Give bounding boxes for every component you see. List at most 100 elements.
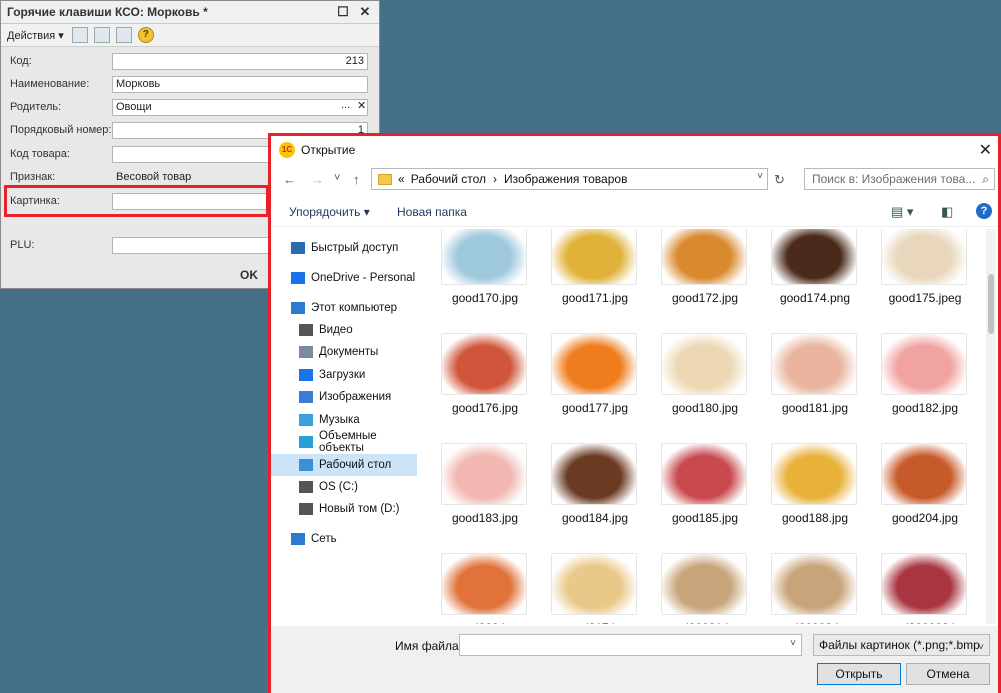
maximize-icon[interactable]: ☐: [335, 4, 351, 20]
file-type-select[interactable]: Файлы картинок (*.png;*.bmp ˅: [813, 634, 990, 656]
nav-item-6[interactable]: Изображения: [271, 386, 417, 408]
select-parent-button[interactable]: ...: [341, 99, 350, 111]
close-icon[interactable]: ✕: [979, 140, 992, 160]
field-label-product-code: Код товара:: [10, 148, 70, 160]
cloud-icon: [291, 272, 305, 284]
file-item[interactable]: good175.jpeg: [871, 229, 981, 323]
file-thumbnail: [551, 333, 637, 395]
dialog-footer: Имя файла: ˅ Файлы картинок (*.png;*.bmp…: [271, 626, 998, 693]
field-label-parent: Родитель:: [10, 101, 62, 113]
navigation-pane: Быстрый доступ OneDrive - Personal Этот ко…: [271, 229, 423, 624]
open-button[interactable]: Открыть: [817, 663, 901, 685]
file-name: good174.png: [779, 291, 851, 305]
desktop-icon: [299, 459, 313, 471]
file-item[interactable]: good209.jpg: [431, 545, 541, 624]
folder-icon: [378, 173, 392, 185]
file-item[interactable]: good60001.jpeg: [651, 545, 761, 624]
ok-button[interactable]: OK: [240, 268, 258, 282]
nav-item-12[interactable]: Сеть: [271, 528, 417, 550]
file-item[interactable]: good204.jpg: [871, 435, 981, 543]
preview-pane-icon[interactable]: ◧: [941, 204, 953, 220]
file-item[interactable]: good180.jpg: [651, 325, 761, 433]
file-item[interactable]: good60002.jpeg: [761, 545, 871, 624]
file-name: good183.jpg: [451, 511, 519, 525]
file-item[interactable]: good177.jpg: [541, 325, 651, 433]
help-icon[interactable]: ?: [976, 203, 992, 219]
copy-icon[interactable]: [115, 27, 132, 43]
file-item[interactable]: good181.jpg: [761, 325, 871, 433]
nav-item-5[interactable]: Загрузки: [271, 364, 417, 386]
breadcrumb-item[interactable]: Изображения товаров: [504, 172, 627, 186]
file-thumbnail: [661, 443, 747, 505]
file-item[interactable]: good184.jpg: [541, 435, 651, 543]
nav-item-label: Документы: [319, 346, 379, 358]
chevron-down-icon[interactable]: ˅: [757, 171, 763, 182]
breadcrumb[interactable]: « Рабочий стол › Изображения товаров ˅: [371, 168, 768, 190]
3d-objects-icon: [299, 436, 313, 448]
file-item[interactable]: good171.jpg: [541, 229, 651, 323]
nav-item-8[interactable]: Объемные объекты: [271, 430, 417, 454]
back-icon[interactable]: ←: [283, 172, 296, 187]
new-folder-button[interactable]: Новая папка: [397, 205, 467, 219]
organize-button[interactable]: Упорядочить ▾: [289, 205, 370, 219]
file-item[interactable]: good217.jpg: [541, 545, 651, 624]
nav-item-label: Новый том (D:): [319, 503, 400, 515]
help-icon[interactable]: ?: [137, 27, 154, 43]
file-item[interactable]: good170.jpg: [431, 229, 541, 323]
file-item[interactable]: good300002.jpg: [871, 545, 981, 624]
refresh-icon[interactable]: [93, 27, 110, 43]
nav-item-9[interactable]: Рабочий стол: [271, 454, 417, 476]
file-item[interactable]: good188.jpg: [761, 435, 871, 543]
save-icon[interactable]: [71, 27, 88, 43]
file-thumbnail: [441, 229, 527, 285]
field-input-parent[interactable]: Овощи: [112, 98, 368, 116]
breadcrumb-separator[interactable]: ›: [493, 172, 497, 186]
file-thumbnail: [551, 443, 637, 505]
up-icon[interactable]: ↑: [353, 172, 360, 187]
forward-icon[interactable]: →: [311, 172, 324, 187]
scrollbar[interactable]: [986, 229, 996, 624]
file-item[interactable]: good182.jpg: [871, 325, 981, 433]
form-toolbar: Действия ▾ ?: [1, 24, 379, 47]
dialog-title: Открытие: [301, 143, 356, 157]
file-thumbnail: [881, 443, 967, 505]
filename-input[interactable]: ˅: [459, 634, 802, 656]
file-item[interactable]: good174.png: [761, 229, 871, 323]
chevron-down-icon[interactable]: ˅: [978, 638, 984, 658]
file-item[interactable]: good185.jpg: [651, 435, 761, 543]
pictures-icon: [299, 391, 313, 403]
nav-item-1[interactable]: OneDrive - Personal: [271, 267, 417, 289]
file-item[interactable]: good183.jpg: [431, 435, 541, 543]
breadcrumb-item[interactable]: Рабочий стол: [411, 172, 486, 186]
chevron-down-icon[interactable]: ˅: [790, 638, 796, 649]
file-name: good170.jpg: [451, 291, 519, 305]
field-label-order-number: Порядковый номер:: [10, 124, 112, 136]
nav-item-3[interactable]: Видео: [271, 319, 417, 341]
breadcrumb-overflow[interactable]: «: [398, 172, 405, 186]
scrollbar-thumb[interactable]: [988, 274, 994, 334]
field-input-name[interactable]: Морковь: [112, 75, 368, 93]
nav-item-11[interactable]: Новый том (D:): [271, 498, 417, 520]
file-item[interactable]: good172.jpg: [651, 229, 761, 323]
file-item[interactable]: good176.jpg: [431, 325, 541, 433]
clear-parent-icon[interactable]: ✕: [357, 99, 366, 112]
view-options-icon[interactable]: ▤ ▾: [891, 204, 913, 220]
nav-item-7[interactable]: Музыка: [271, 409, 417, 431]
nav-item-label: Видео: [319, 324, 353, 336]
close-icon[interactable]: ✕: [357, 4, 373, 20]
highlight-picture-field: [4, 185, 269, 217]
form-titlebar: Горячие клавиши КСО: Морковь * ☐ ✕: [1, 1, 379, 24]
open-file-dialog: 1С Открытие ✕ ← → ˅ ↑ « Рабочий стол › И…: [268, 133, 1001, 693]
nav-item-0[interactable]: Быстрый доступ: [271, 237, 417, 259]
cancel-button[interactable]: Отмена: [906, 663, 990, 685]
refresh-icon[interactable]: ↻: [774, 172, 785, 188]
nav-item-10[interactable]: OS (C:): [271, 476, 417, 498]
actions-menu[interactable]: Действия ▾: [7, 29, 64, 42]
search-input[interactable]: Поиск в: Изображения това... ⌕: [804, 168, 995, 190]
nav-item-4[interactable]: Документы: [271, 341, 417, 363]
recent-dropdown-icon[interactable]: ˅: [334, 172, 340, 184]
nav-item-2[interactable]: Этот компьютер: [271, 297, 417, 319]
file-thumbnail: [771, 443, 857, 505]
field-input-code[interactable]: 213: [112, 52, 368, 70]
music-icon: [299, 414, 313, 426]
